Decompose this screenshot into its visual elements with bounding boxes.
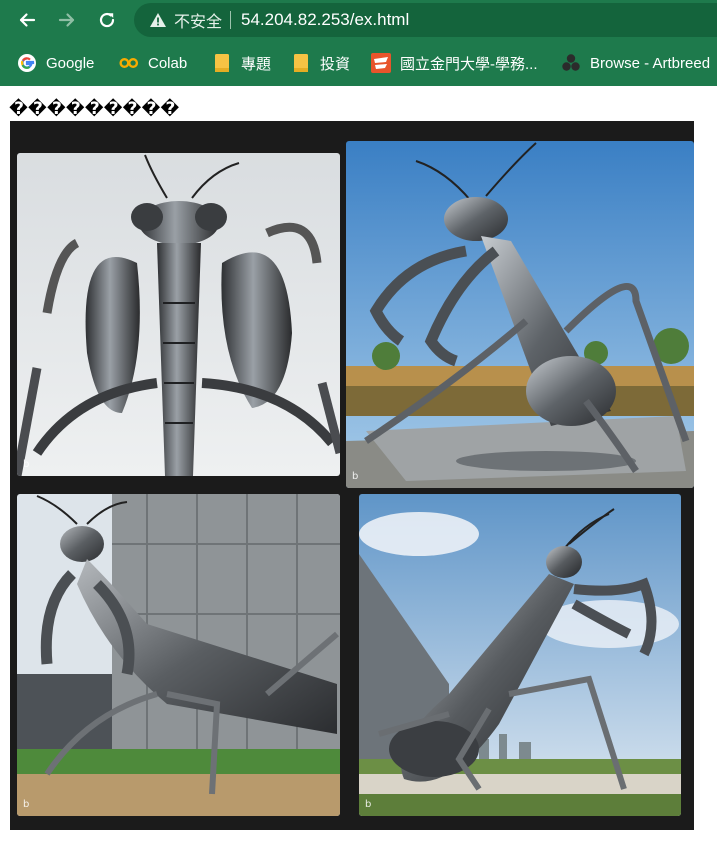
bookmark-university[interactable]: 國立金門大學-學務... bbox=[371, 51, 538, 75]
forward-button[interactable] bbox=[53, 6, 81, 34]
bookmark-label: 投資 bbox=[320, 55, 351, 73]
gallery-image-2[interactable]: b bbox=[346, 141, 694, 488]
bing-badge-icon: b bbox=[23, 799, 30, 810]
gallery-image-4[interactable]: b bbox=[359, 494, 681, 816]
image-gallery: b b b b bbox=[10, 121, 694, 830]
bookmark-label: Colab bbox=[148, 54, 188, 72]
bing-badge-icon: b bbox=[23, 459, 30, 470]
back-arrow-icon bbox=[19, 13, 36, 27]
bookmark-artbreeder[interactable]: Browse - Artbreed bbox=[561, 51, 710, 75]
bookmark-label: Google bbox=[46, 54, 95, 72]
forward-arrow-icon bbox=[58, 13, 75, 27]
google-icon bbox=[17, 53, 37, 73]
gallery-image-3[interactable]: b bbox=[17, 494, 340, 816]
bookmark-google[interactable]: Google bbox=[17, 51, 94, 75]
reload-icon bbox=[99, 12, 115, 28]
artbreeder-icon bbox=[561, 53, 581, 73]
url-text[interactable]: 54.204.82.253/ex.html bbox=[241, 10, 409, 30]
gallery-image-1[interactable]: b bbox=[17, 153, 340, 476]
bing-badge-icon: b bbox=[365, 799, 372, 810]
bing-badge-icon: b bbox=[352, 471, 359, 482]
reload-button[interactable] bbox=[93, 6, 121, 34]
folder-icon bbox=[291, 53, 311, 73]
university-icon bbox=[371, 53, 391, 73]
folder-icon bbox=[212, 53, 232, 73]
browser-toolbar: 不安全 54.204.82.253/ex.html bbox=[0, 0, 717, 40]
colab-icon bbox=[119, 53, 139, 73]
bookmark-folder-1[interactable]: 專題 bbox=[212, 51, 271, 75]
bookmark-colab[interactable]: Colab bbox=[119, 51, 187, 75]
page-title: ��������� bbox=[9, 99, 180, 119]
address-bar[interactable]: 不安全 54.204.82.253/ex.html bbox=[134, 3, 717, 37]
bookmarks-bar: Google Colab 專題 投資 國立金門大學-學務... Browse -… bbox=[0, 40, 717, 86]
security-label[interactable]: 不安全 bbox=[174, 8, 222, 32]
mantis-image bbox=[17, 494, 340, 816]
omnibox-divider bbox=[230, 11, 232, 29]
warning-icon[interactable] bbox=[149, 11, 167, 29]
mantis-image bbox=[17, 153, 340, 476]
mantis-image bbox=[359, 494, 681, 816]
back-button[interactable] bbox=[13, 6, 41, 34]
bookmark-label: 專題 bbox=[241, 55, 272, 73]
bookmark-label: 國立金門大學-學務... bbox=[400, 55, 538, 73]
bookmark-folder-2[interactable]: 投資 bbox=[291, 51, 350, 75]
bookmark-label: Browse - Artbreed bbox=[590, 54, 711, 72]
mantis-image bbox=[346, 141, 694, 488]
